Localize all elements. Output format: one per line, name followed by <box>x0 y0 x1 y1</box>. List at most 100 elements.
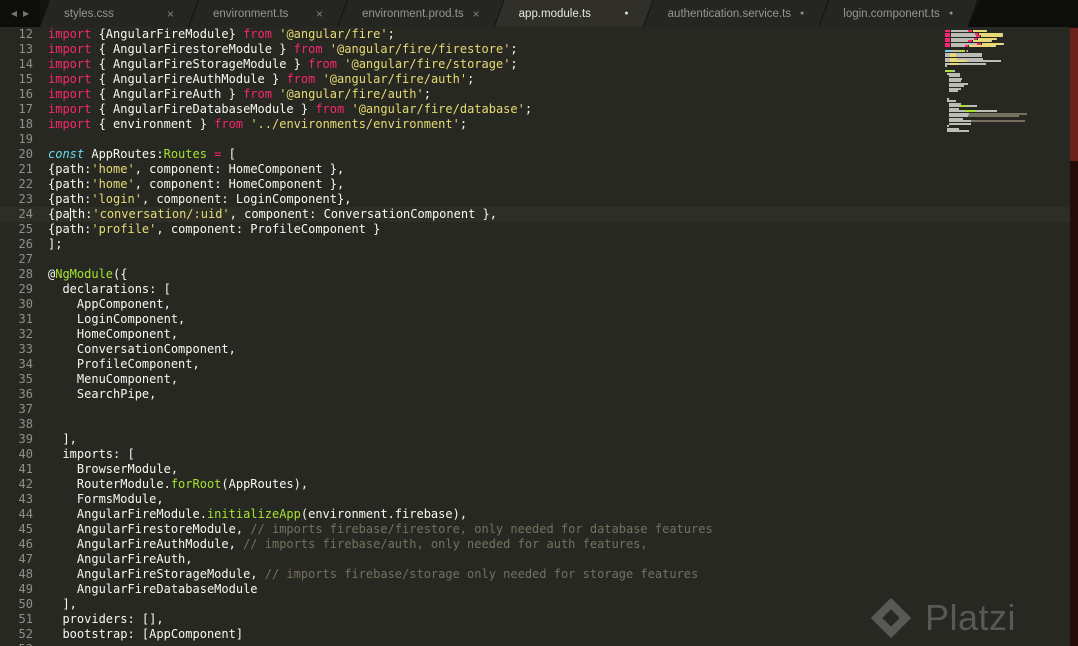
line-number[interactable]: 17 <box>0 102 48 117</box>
line-number[interactable]: 13 <box>0 42 48 57</box>
line-number[interactable]: 28 <box>0 267 48 282</box>
code-line[interactable]: 47 AngularFireAuth, <box>0 552 1078 567</box>
code-line[interactable]: 46 AngularFireAuthModule, // imports fir… <box>0 537 1078 552</box>
line-number[interactable]: 52 <box>0 627 48 642</box>
code-line[interactable]: 35 MenuComponent, <box>0 372 1078 387</box>
code-line[interactable]: 29 declarations: [ <box>0 282 1078 297</box>
code-line[interactable]: 37 <box>0 402 1078 417</box>
line-number[interactable]: 24 <box>0 207 48 222</box>
line-number[interactable]: 45 <box>0 522 48 537</box>
code-line[interactable]: 26]; <box>0 237 1078 252</box>
line-number[interactable]: 23 <box>0 192 48 207</box>
code-line[interactable]: 30 AppComponent, <box>0 297 1078 312</box>
line-number[interactable]: 39 <box>0 432 48 447</box>
code-line[interactable]: 38 <box>0 417 1078 432</box>
line-number[interactable]: 32 <box>0 327 48 342</box>
code-text: ConversationComponent, <box>48 342 236 357</box>
line-number[interactable]: 14 <box>0 57 48 72</box>
tab-app-module-ts[interactable]: app.module.ts ● <box>495 0 653 27</box>
line-number[interactable]: 22 <box>0 177 48 192</box>
code-line[interactable]: 23 {path:'login', component: LoginCompone… <box>0 192 1078 207</box>
code-line[interactable]: 13 import { AngularFirestoreModule } from… <box>0 42 1078 57</box>
nav-forward-icon[interactable]: ▶ <box>23 9 29 18</box>
code-line[interactable]: 18 import { environment } from '../enviro… <box>0 117 1078 132</box>
code-line[interactable]: 31 LoginComponent, <box>0 312 1078 327</box>
line-number[interactable]: 41 <box>0 462 48 477</box>
line-number[interactable]: 38 <box>0 417 48 432</box>
line-number[interactable]: 18 <box>0 117 48 132</box>
code-line[interactable]: 48 AngularFireStorageModule, // imports … <box>0 567 1078 582</box>
code-line[interactable]: 20 const AppRoutes:Routes = [ <box>0 147 1078 162</box>
code-line[interactable]: 28 @NgModule({ <box>0 267 1078 282</box>
code-line[interactable]: 19 <box>0 132 1078 147</box>
code-line[interactable]: 25 {path:'profile', component: ProfileCom… <box>0 222 1078 237</box>
code-line[interactable]: 45 AngularFirestoreModule, // imports fi… <box>0 522 1078 537</box>
line-number[interactable]: 19 <box>0 132 48 147</box>
line-number[interactable]: 46 <box>0 537 48 552</box>
code-text: {path:'home', component: HomeComponent }… <box>48 162 344 177</box>
line-number[interactable]: 43 <box>0 492 48 507</box>
code-line[interactable]: 27 <box>0 252 1078 267</box>
code-line[interactable]: 17 import { AngularFireDatabaseModule } f… <box>0 102 1078 117</box>
scrollbar-thumb[interactable] <box>1070 28 1078 161</box>
code-line[interactable]: 41 BrowserModule, <box>0 462 1078 477</box>
close-icon[interactable]: × <box>167 8 174 20</box>
line-number[interactable]: 27 <box>0 252 48 267</box>
code-editor[interactable]: 12 import {AngularFireModule} from '@angu… <box>0 27 1078 646</box>
tab-environment-prod-ts[interactable]: environment.prod.ts × <box>338 0 504 27</box>
line-number[interactable]: 16 <box>0 87 48 102</box>
code-line[interactable]: 12 import {AngularFireModule} from '@angu… <box>0 27 1078 42</box>
line-number[interactable]: 34 <box>0 357 48 372</box>
code-line[interactable]: 44 AngularFireModule.initializeApp(envir… <box>0 507 1078 522</box>
code-line[interactable]: 43 FormsModule, <box>0 492 1078 507</box>
minimap[interactable] <box>945 30 1045 135</box>
line-number[interactable]: 26 <box>0 237 48 252</box>
line-number[interactable]: 53 <box>0 642 48 646</box>
tab-login-component-ts[interactable]: login.component.ts ● <box>819 0 977 27</box>
line-number[interactable]: 48 <box>0 567 48 582</box>
code-line[interactable]: 24 {path:'conversation/:uid', component: … <box>0 207 1078 222</box>
code-line[interactable]: 15 import { AngularFireAuthModule } from … <box>0 72 1078 87</box>
tab-authentication-service-ts[interactable]: authentication.service.ts ● <box>644 0 829 27</box>
code-line[interactable]: 36 SearchPipe, <box>0 387 1078 402</box>
line-number[interactable]: 21 <box>0 162 48 177</box>
code-token: SearchPipe, <box>48 387 157 401</box>
line-number[interactable]: 30 <box>0 297 48 312</box>
code-line[interactable]: 49 AngularFireDatabaseModule <box>0 582 1078 597</box>
line-number[interactable]: 44 <box>0 507 48 522</box>
line-number[interactable]: 47 <box>0 552 48 567</box>
code-line[interactable]: 34 ProfileComponent, <box>0 357 1078 372</box>
line-number[interactable]: 29 <box>0 282 48 297</box>
tab-styles-css[interactable]: styles.css × <box>40 0 198 27</box>
code-text: AngularFireStorageModule, // imports fir… <box>48 567 698 582</box>
line-number[interactable]: 25 <box>0 222 48 237</box>
line-number[interactable]: 12 <box>0 27 48 42</box>
close-icon[interactable]: × <box>316 8 323 20</box>
line-number[interactable]: 51 <box>0 612 48 627</box>
code-line[interactable]: 14 import { AngularFireStorageModule } fr… <box>0 57 1078 72</box>
line-number[interactable]: 50 <box>0 597 48 612</box>
line-number[interactable]: 31 <box>0 312 48 327</box>
line-number[interactable]: 40 <box>0 447 48 462</box>
line-number[interactable]: 33 <box>0 342 48 357</box>
line-number[interactable]: 37 <box>0 402 48 417</box>
line-number[interactable]: 49 <box>0 582 48 597</box>
scrollbar-track[interactable] <box>1070 27 1078 646</box>
code-line[interactable]: 21 {path:'home', component: HomeComponent… <box>0 162 1078 177</box>
tab-environment-ts[interactable]: environment.ts × <box>189 0 347 27</box>
code-line[interactable]: 53 <box>0 642 1078 646</box>
line-number[interactable]: 20 <box>0 147 48 162</box>
line-number[interactable]: 15 <box>0 72 48 87</box>
close-icon[interactable]: × <box>473 8 480 20</box>
code-line[interactable]: 40 imports: [ <box>0 447 1078 462</box>
code-line[interactable]: 42 RouterModule.forRoot(AppRoutes), <box>0 477 1078 492</box>
code-line[interactable]: 32 HomeComponent, <box>0 327 1078 342</box>
code-line[interactable]: 16 import { AngularFireAuth } from '@angu… <box>0 87 1078 102</box>
line-number[interactable]: 35 <box>0 372 48 387</box>
code-line[interactable]: 39 ], <box>0 432 1078 447</box>
code-line[interactable]: 33 ConversationComponent, <box>0 342 1078 357</box>
code-line[interactable]: 22 {path:'home', component: HomeComponent… <box>0 177 1078 192</box>
line-number[interactable]: 42 <box>0 477 48 492</box>
nav-back-icon[interactable]: ◀ <box>11 9 17 18</box>
line-number[interactable]: 36 <box>0 387 48 402</box>
